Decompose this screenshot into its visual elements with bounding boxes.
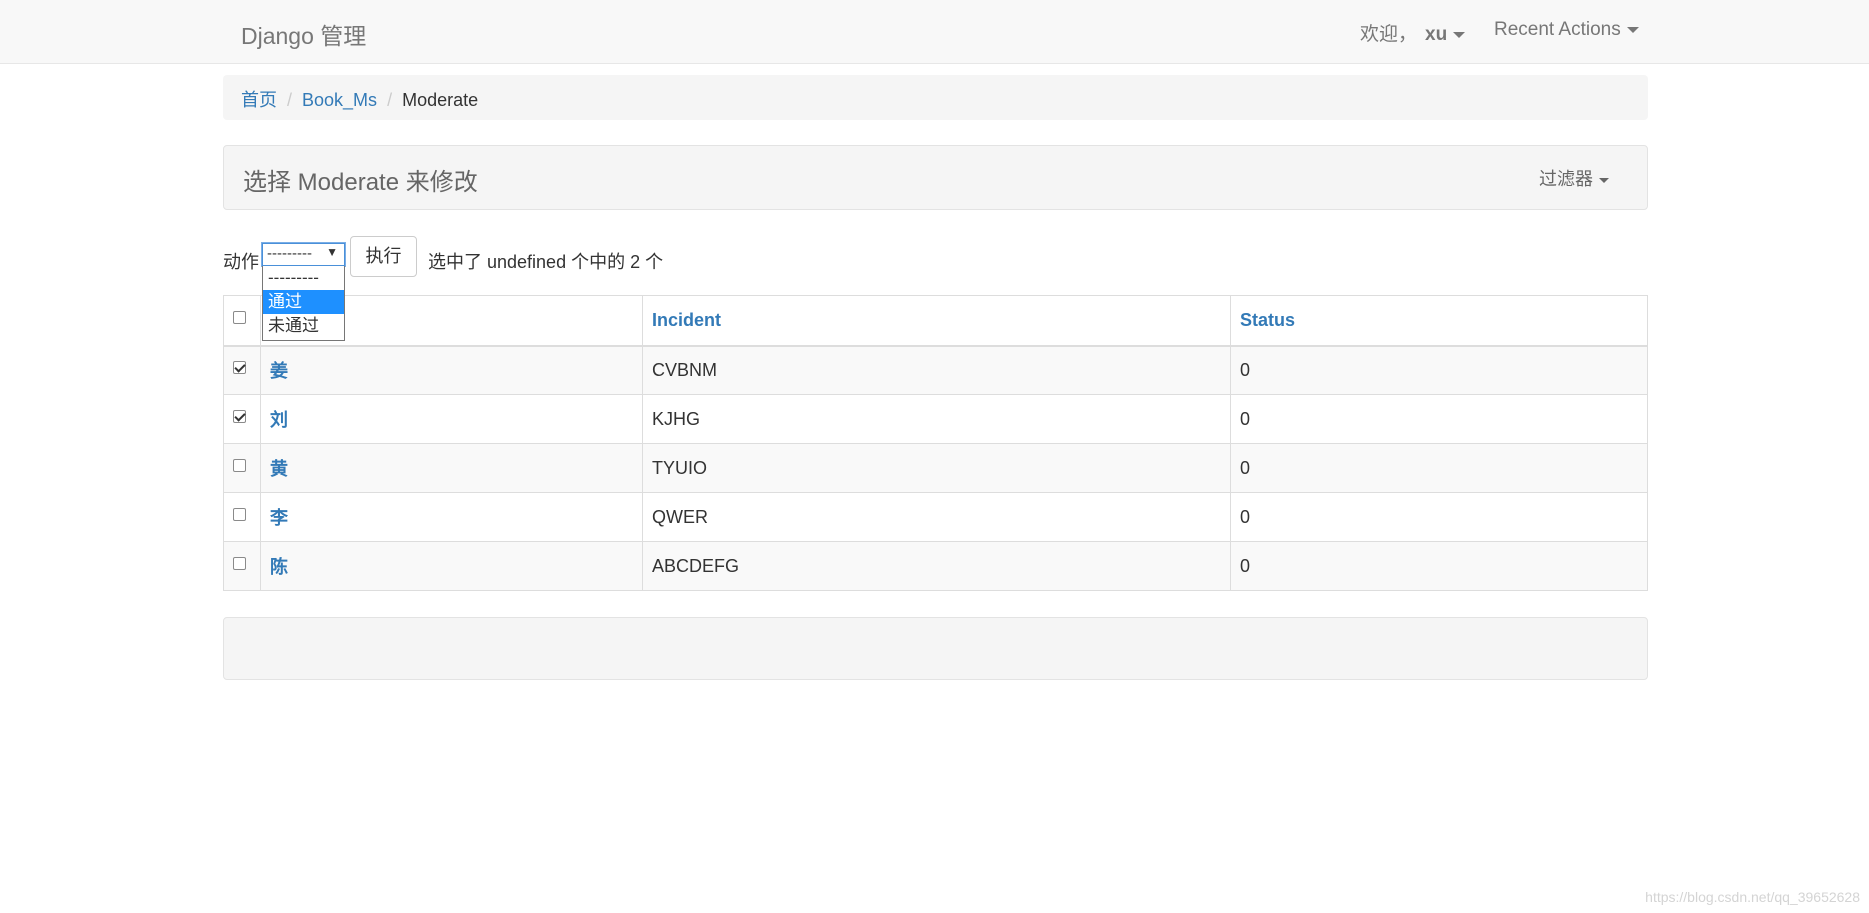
column-header-status[interactable]: Status: [1230, 295, 1648, 347]
breadcrumb: 首页 / Book_Ms / Moderate: [223, 75, 1648, 120]
status-cell: 0: [1230, 394, 1648, 444]
filter-label: 过滤器: [1539, 169, 1593, 189]
row-checkbox-cell: [223, 541, 261, 591]
row-checkbox-cell: [223, 443, 261, 493]
row-checkbox[interactable]: [233, 360, 246, 374]
breadcrumb-current: Moderate: [402, 90, 479, 110]
caret-down-icon: [1453, 31, 1466, 38]
sort-incident-link[interactable]: Incident: [652, 310, 721, 330]
page-title: 选择 Moderate 来修改: [243, 169, 478, 196]
table-header-row: Incident Status: [223, 295, 1648, 347]
status-cell: 0: [1230, 443, 1648, 493]
caret-down-icon: [1626, 26, 1639, 33]
select-all-checkbox[interactable]: [233, 310, 246, 324]
table-row: 李 QWER 0: [223, 492, 1648, 542]
row-name-link[interactable]: 李: [270, 508, 288, 528]
breadcrumb-app-link[interactable]: Book_Ms: [302, 90, 377, 110]
row-checkbox[interactable]: [233, 507, 246, 521]
table-row: 刘 KJHG 0: [223, 394, 1648, 444]
caret-down-icon: [1599, 177, 1609, 183]
table-row: 陈 ABCDEFG 0: [223, 541, 1648, 591]
action-options-list: --------- 通过 未通过: [262, 266, 345, 341]
breadcrumb-separator: /: [387, 90, 393, 110]
title-panel: 选择 Moderate 来修改 过滤器: [223, 145, 1648, 210]
incident-cell: QWER: [642, 492, 1231, 542]
row-name-link[interactable]: 姜: [270, 361, 288, 381]
incident-cell: CVBNM: [642, 345, 1231, 395]
row-checkbox[interactable]: [233, 409, 246, 423]
incident-cell: TYUIO: [642, 443, 1231, 493]
row-name-link[interactable]: 刘: [270, 410, 288, 430]
user-menu[interactable]: 欢迎， xu: [1360, 19, 1466, 46]
navbar: Django 管理 欢迎， xu Recent Actions: [0, 0, 1869, 64]
execute-action-button[interactable]: 执行: [350, 236, 417, 277]
incident-cell: ABCDEFG: [642, 541, 1231, 591]
filter-dropdown-button[interactable]: 过滤器: [1539, 165, 1609, 191]
table-row: 姜 CVBNM 0: [223, 345, 1648, 395]
column-header-incident[interactable]: Incident: [642, 295, 1231, 347]
results-table: Incident Status 姜 CVBNM 0 刘 KJHG 0 黄 TYU…: [223, 295, 1648, 591]
username: xu: [1425, 24, 1448, 45]
name-cell: 刘: [260, 394, 643, 444]
recent-actions-label: Recent Actions: [1494, 19, 1621, 40]
row-checkbox[interactable]: [233, 556, 246, 570]
action-option[interactable]: ---------: [263, 266, 344, 290]
pagination-panel: [223, 617, 1648, 680]
recent-actions-menu[interactable]: Recent Actions: [1494, 19, 1639, 41]
incident-cell: KJHG: [642, 394, 1231, 444]
row-name-link[interactable]: 陈: [270, 557, 288, 577]
name-cell: 姜: [260, 345, 643, 395]
selection-counter: 选中了 undefined 个中的 2 个: [428, 252, 664, 272]
site-brand[interactable]: Django 管理: [241, 17, 366, 51]
breadcrumb-home-link[interactable]: 首页: [241, 90, 277, 110]
status-cell: 0: [1230, 345, 1648, 395]
watermark: https://blog.csdn.net/qq_39652628: [1645, 889, 1860, 905]
sort-status-link[interactable]: Status: [1240, 310, 1295, 330]
row-checkbox[interactable]: [233, 458, 246, 472]
status-cell: 0: [1230, 492, 1648, 542]
action-option[interactable]: 未通过: [263, 314, 344, 338]
welcome-label: 欢迎，: [1360, 24, 1418, 45]
dropdown-arrow-icon: ▼: [326, 245, 338, 259]
action-select-value: ---------: [267, 245, 312, 262]
action-select[interactable]: --------- ▼: [261, 242, 346, 267]
action-option-highlighted[interactable]: 通过: [263, 290, 344, 314]
select-all-cell: [223, 295, 261, 347]
action-label: 动作: [223, 252, 259, 272]
name-cell: 黄: [260, 443, 643, 493]
table-row: 黄 TYUIO 0: [223, 443, 1648, 493]
name-cell: 李: [260, 492, 643, 542]
status-cell: 0: [1230, 541, 1648, 591]
row-checkbox-cell: [223, 345, 261, 395]
row-checkbox-cell: [223, 492, 261, 542]
row-name-link[interactable]: 黄: [270, 459, 288, 479]
breadcrumb-separator: /: [287, 90, 293, 110]
row-checkbox-cell: [223, 394, 261, 444]
name-cell: 陈: [260, 541, 643, 591]
